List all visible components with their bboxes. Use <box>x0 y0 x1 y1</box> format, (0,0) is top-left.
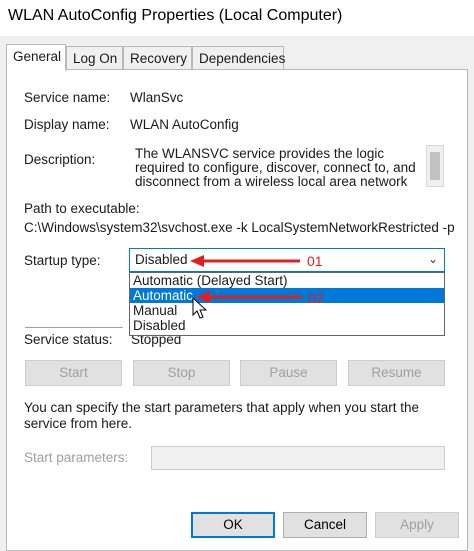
annotation-label-02: 02 <box>308 290 324 306</box>
option-automatic-delayed[interactable]: Automatic (Delayed Start) <box>130 273 444 288</box>
description-label: Description: <box>24 152 96 167</box>
resume-button[interactable]: Resume <box>348 360 445 386</box>
stop-button[interactable]: Stop <box>133 360 230 386</box>
pause-button[interactable]: Pause <box>240 360 337 386</box>
tab-recovery[interactable]: Recovery <box>123 46 192 70</box>
general-panel: Service name: WlanSvc Display name: WLAN… <box>6 69 468 551</box>
start-parameters-label: Start parameters: <box>24 450 129 465</box>
description-scrollbar[interactable] <box>426 145 444 187</box>
start-button[interactable]: Start <box>25 360 122 386</box>
window-title: WLAN AutoConfig Properties (Local Comput… <box>8 7 343 24</box>
display-name-label: Display name: <box>24 117 110 132</box>
description-text[interactable]: The WLANSVC service provides the logic r… <box>132 146 432 186</box>
option-disabled[interactable]: Disabled <box>130 318 444 333</box>
tab-dependencies[interactable]: Dependencies <box>192 46 285 70</box>
startup-type-label: Startup type: <box>24 253 101 268</box>
scrollbar-thumb[interactable] <box>430 152 440 180</box>
annotation-arrow-02 <box>196 291 302 303</box>
option-manual[interactable]: Manual <box>130 303 444 318</box>
tab-log-on[interactable]: Log On <box>66 46 123 70</box>
annotation-label-01: 01 <box>307 253 323 269</box>
service-name-value: WlanSvc <box>130 90 184 105</box>
startup-type-dropdown: Automatic (Delayed Start) Automatic Manu… <box>129 272 445 336</box>
service-status-label: Service status: <box>24 332 113 347</box>
service-name-label: Service name: <box>24 90 111 105</box>
tab-general[interactable]: General <box>6 44 66 71</box>
startup-type-value: Disabled <box>135 252 188 267</box>
ok-button[interactable]: OK <box>191 512 275 538</box>
display-name-value: WLAN AutoConfig <box>130 117 239 132</box>
path-value: C:\Windows\system32\svchost.exe -k Local… <box>24 220 455 235</box>
info-text: You can specify the start parameters tha… <box>24 400 419 431</box>
title-bar: WLAN AutoConfig Properties (Local Comput… <box>0 0 474 36</box>
apply-button[interactable]: Apply <box>375 512 459 538</box>
annotation-arrow-01 <box>190 255 300 267</box>
divider <box>25 327 123 328</box>
chevron-down-icon[interactable]: ⌄ <box>428 252 438 266</box>
path-label: Path to executable: <box>24 201 140 216</box>
mouse-cursor-icon <box>192 297 208 319</box>
start-parameters-input[interactable] <box>151 446 445 470</box>
cancel-button[interactable]: Cancel <box>283 512 367 538</box>
